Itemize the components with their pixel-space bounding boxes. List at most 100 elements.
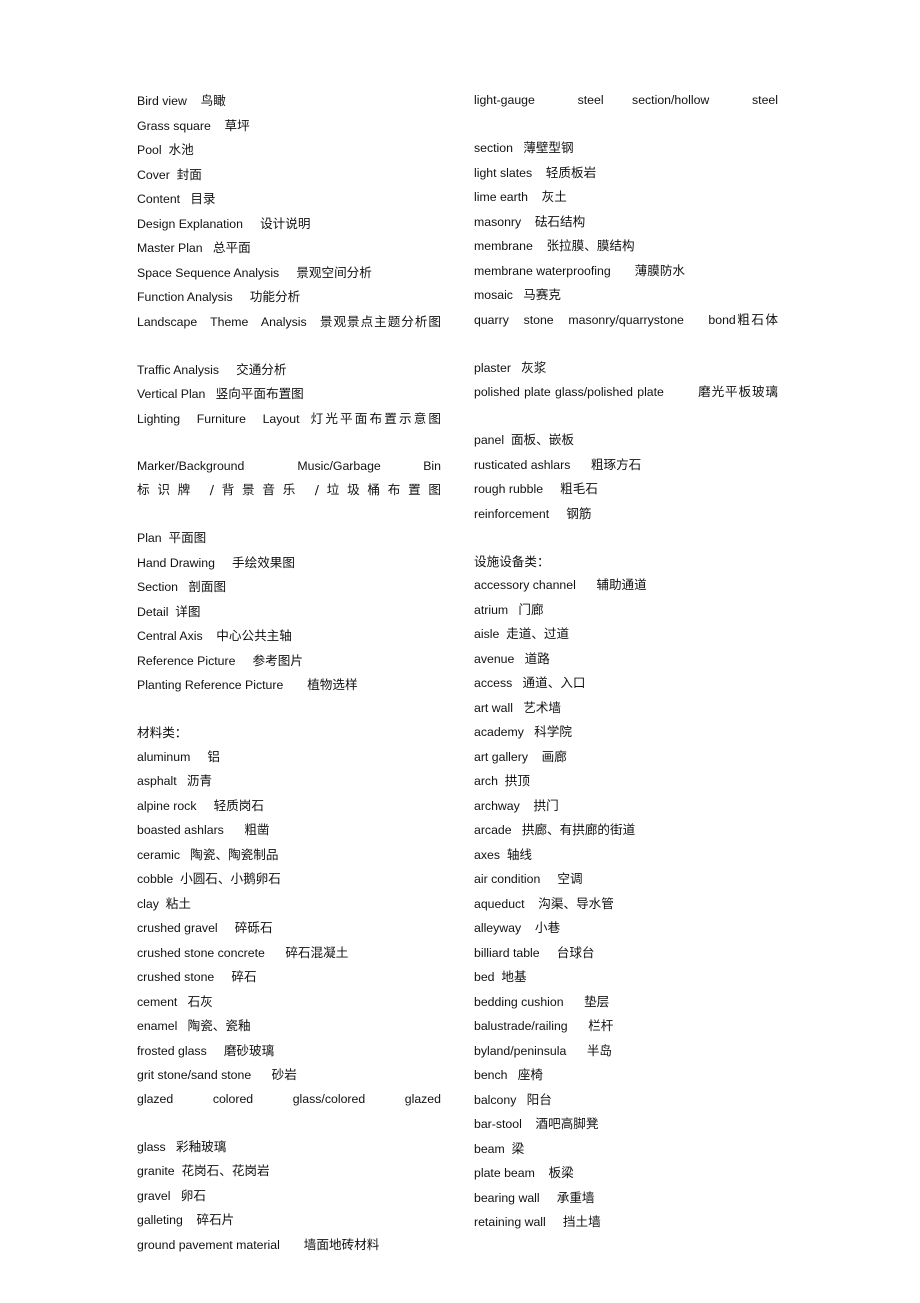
glossary-term-cn: 台球台 — [556, 944, 595, 960]
glossary-term-cn: 碎石片 — [196, 1212, 235, 1227]
glossary-term-en: gravel — [137, 1188, 171, 1203]
glossary-entry: Lighting Furniture Layout 灯光平面布置示意图 — [137, 407, 441, 455]
glossary-gap — [521, 215, 535, 229]
glossary-gap — [211, 119, 225, 133]
glossary-term-en: quarry stone masonry/quarrystone bond — [474, 312, 736, 327]
glossary-term-en: mosaic — [474, 288, 513, 302]
glossary-gap — [540, 946, 557, 960]
glossary-gap — [505, 1142, 512, 1156]
glossary-term-en: cobble — [137, 872, 174, 886]
glossary-term-en: aluminum — [137, 749, 191, 764]
glossary-entry: mosaic 马赛克 — [474, 283, 778, 308]
glossary-term-en: frosted glass — [137, 1043, 207, 1058]
glossary-term-en: Section — [137, 580, 179, 594]
glossary-term-cn: 设计说明 — [260, 215, 311, 231]
glossary-entry: rusticated ashlars 粗琢方石 — [474, 453, 778, 478]
glossary-gap — [178, 580, 188, 594]
glossary-term-cn: 半岛 — [586, 1042, 612, 1058]
glossary-gap — [166, 1140, 176, 1154]
glossary-gap — [300, 412, 311, 426]
glossary-term-en: access — [474, 676, 513, 690]
glossary-term-en: lime earth — [474, 190, 528, 204]
glossary-entry: air condition 空调 — [474, 867, 778, 892]
glossary-gap — [251, 1068, 272, 1082]
glossary-entry: asphalt 沥青 — [137, 769, 441, 794]
glossary-term-en: polished plate glass/polished plate — [474, 385, 664, 399]
glossary-term-en: Bird view — [137, 94, 187, 108]
glossary-gap — [177, 1019, 187, 1033]
glossary-entry: quarry stone masonry/quarrystone bond粗石体 — [474, 308, 778, 356]
glossary-term-en: Detail — [137, 604, 169, 619]
glossary-entry: cobble 小圆石、小鹅卵石 — [137, 867, 441, 892]
glossary-entry: grit stone/sand stone 砂岩 — [137, 1063, 441, 1088]
glossary-term-cn: 小巷 — [534, 920, 561, 935]
glossary-gap — [512, 823, 522, 837]
glossary-entry: art gallery 画廊 — [474, 745, 778, 770]
glossary-term-cn: 板梁 — [548, 1165, 574, 1180]
glossary-entry: billiard table 台球台 — [474, 941, 778, 966]
glossary-term-cn: 总平面 — [212, 240, 251, 255]
facilities-section-heading: 设施设备类： — [474, 553, 550, 569]
glossary-term-cn: 灯光平面布置示意图 — [310, 410, 442, 426]
glossary-gap — [522, 1117, 536, 1131]
glossary-term-cn: 碎砾石 — [234, 920, 273, 935]
glossary-entry: Hand Drawing 手绘效果图 — [137, 551, 441, 576]
glossary-gap — [498, 774, 505, 788]
glossary-term-cn: 门廊 — [518, 601, 544, 617]
glossary-term-en: crushed stone concrete — [137, 945, 265, 960]
glossary-term-cn: 粗凿 — [244, 822, 270, 837]
glossary-entry: Grass square 草坪 — [137, 114, 441, 139]
glossary-term-en: grit stone/sand stone — [137, 1068, 252, 1082]
glossary-term-cn: 中心公共主轴 — [216, 628, 292, 643]
glossary-entry: bed 地基 — [474, 965, 778, 990]
glossary-entry: masonry 砝石结构 — [474, 210, 778, 235]
glossary-term-en: aqueduct — [474, 896, 525, 911]
right-column: light-gauge steel section/hollow steel se… — [474, 89, 778, 1257]
glossary-term-en: byland/peninsula — [474, 1043, 567, 1058]
glossary-gap — [214, 970, 231, 984]
glossary-term-cn: 沥青 — [186, 773, 213, 788]
glossary-entry: glazed colored glass/colored glazed — [137, 1088, 441, 1135]
glossary-gap — [528, 190, 542, 204]
glossary-term-en: bearing wall — [474, 1190, 540, 1205]
glossary-gap — [528, 750, 542, 764]
glossary-term-en: crushed gravel — [137, 921, 218, 935]
glossary-term-cn: 陶瓷、陶瓷制品 — [190, 846, 279, 862]
glossary-entry: Section 剖面图 — [137, 575, 441, 600]
glossary-entry: reinforcement 钢筋 — [474, 502, 778, 527]
glossary-term-cn: 陶瓷、瓷釉 — [187, 1018, 251, 1033]
glossary-entry: archway 拱门 — [474, 794, 778, 819]
left-column: Bird view 鸟瞰 Grass square 草坪 Pool 水池 Cover … — [137, 89, 441, 1257]
glossary-term-cn: 粘土 — [165, 895, 191, 911]
glossary-term-cn: 画廊 — [541, 748, 567, 764]
glossary-entry: clay 粘土 — [137, 892, 441, 917]
glossary-entry: Landscape Theme Analysis 景观景点主题分析图 — [137, 310, 441, 358]
glossary-gap — [243, 217, 260, 231]
glossary-term-en: Space Sequence Analysis — [137, 265, 280, 280]
glossary-entry: byland/peninsula 半岛 — [474, 1039, 778, 1064]
glossary-term-cn: 轴线 — [506, 846, 533, 862]
glossary-term-en: Reference Picture — [137, 653, 236, 668]
glossary-gap — [549, 507, 566, 521]
glossary-entry: galleting 碎石片 — [137, 1208, 441, 1233]
glossary-term-cn: 粗毛石 — [560, 481, 598, 496]
glossary-term-cn: 彩釉玻璃 — [175, 1138, 227, 1154]
glossary-term-en: balustrade/railing — [474, 1019, 568, 1033]
glossary-term-en: Traffic Analysis — [137, 362, 220, 377]
glossary-term-en: Plan — [137, 531, 162, 545]
glossary-term-en: section — [474, 141, 513, 155]
glossary-gap — [611, 264, 635, 278]
glossary-term-cn: 磨砂玻璃 — [223, 1042, 275, 1058]
glossary-term-cn: 空调 — [557, 871, 583, 886]
glossary-gap — [513, 141, 523, 155]
glossary-term-en: art wall — [474, 700, 513, 715]
glossary-term-cn: 地基 — [501, 969, 527, 984]
glossary-gap — [535, 1166, 549, 1180]
glossary-entry: Traffic Analysis 交通分析 — [137, 358, 441, 383]
glossary-gap — [235, 654, 252, 668]
glossary-entry: axes 轴线 — [474, 843, 778, 868]
glossary-term-en: glazed colored glass/colored glazed — [137, 1091, 441, 1106]
glossary-gap — [280, 1238, 304, 1252]
glossary-term-cn: 拱门 — [533, 797, 559, 813]
glossary-term-cn: 砂岩 — [271, 1067, 297, 1082]
